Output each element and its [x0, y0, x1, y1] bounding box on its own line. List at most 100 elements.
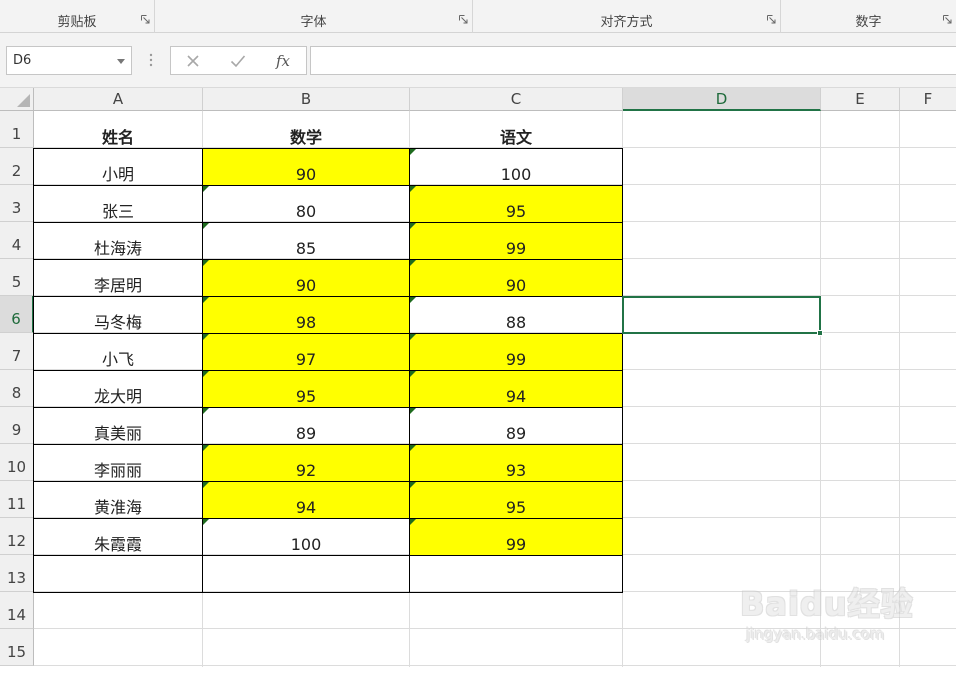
- select-all-icon: [17, 94, 30, 107]
- math-score-cell[interactable]: 92: [203, 444, 409, 481]
- name-cell[interactable]: 李丽丽: [34, 444, 202, 481]
- error-indicator-icon[interactable]: [203, 519, 209, 525]
- math-score-cell[interactable]: 100: [203, 518, 409, 555]
- name-cell[interactable]: 杜海涛: [34, 222, 202, 259]
- grip-icon[interactable]: [149, 52, 153, 68]
- border-line: [33, 333, 623, 334]
- gridline: [34, 665, 956, 666]
- chinese-score-cell[interactable]: 99: [410, 518, 622, 555]
- row-header-6[interactable]: 6: [0, 296, 34, 333]
- column-header-e[interactable]: E: [821, 88, 900, 111]
- chinese-score-cell[interactable]: 95: [410, 481, 622, 518]
- column-header-a[interactable]: A: [34, 88, 203, 111]
- row-header-10[interactable]: 10: [0, 444, 34, 481]
- row-header-11[interactable]: 11: [0, 481, 34, 518]
- active-cell-selection[interactable]: [622, 296, 821, 334]
- error-indicator-icon[interactable]: [410, 445, 416, 451]
- chinese-score-cell[interactable]: 89: [410, 407, 622, 444]
- cancel-button[interactable]: [173, 47, 213, 74]
- error-indicator-icon[interactable]: [410, 186, 416, 192]
- error-indicator-icon[interactable]: [410, 334, 416, 340]
- error-indicator-icon[interactable]: [410, 149, 416, 155]
- error-indicator-icon[interactable]: [410, 371, 416, 377]
- math-score-cell[interactable]: 97: [203, 333, 409, 370]
- math-score-cell[interactable]: 94: [203, 481, 409, 518]
- error-indicator-icon[interactable]: [203, 408, 209, 414]
- row-header-3[interactable]: 3: [0, 185, 34, 222]
- error-indicator-icon[interactable]: [203, 186, 209, 192]
- chinese-score-cell[interactable]: 99: [410, 222, 622, 259]
- check-icon: [230, 54, 246, 67]
- header-cell-chinese[interactable]: 语文: [410, 111, 622, 148]
- fill-handle[interactable]: [817, 330, 823, 336]
- row-header-9[interactable]: 9: [0, 407, 34, 444]
- row-header-7[interactable]: 7: [0, 333, 34, 370]
- error-indicator-icon[interactable]: [203, 371, 209, 377]
- chevron-down-icon[interactable]: [117, 59, 125, 64]
- select-all-button[interactable]: [0, 88, 34, 111]
- math-score-cell[interactable]: 95: [203, 370, 409, 407]
- name-box[interactable]: D6: [6, 46, 132, 75]
- error-indicator-icon[interactable]: [203, 334, 209, 340]
- dialog-launcher-icon[interactable]: [141, 15, 150, 24]
- column-header-c[interactable]: C: [410, 88, 623, 111]
- name-cell[interactable]: 真美丽: [34, 407, 202, 444]
- row-header-1[interactable]: 1: [0, 111, 34, 148]
- dialog-launcher-icon[interactable]: [459, 15, 468, 24]
- chinese-score-cell[interactable]: 94: [410, 370, 622, 407]
- header-cell-name[interactable]: 姓名: [34, 111, 202, 148]
- column-header-d[interactable]: D: [623, 88, 821, 111]
- row-header-13[interactable]: 13: [0, 555, 34, 592]
- name-cell[interactable]: 张三: [34, 185, 202, 222]
- border-line: [33, 518, 623, 519]
- error-indicator-icon[interactable]: [410, 260, 416, 266]
- chinese-score-cell[interactable]: 90: [410, 259, 622, 296]
- formula-input[interactable]: [310, 46, 956, 75]
- row-header-4[interactable]: 4: [0, 222, 34, 259]
- error-indicator-icon[interactable]: [203, 445, 209, 451]
- math-score-cell[interactable]: 89: [203, 407, 409, 444]
- error-indicator-icon[interactable]: [410, 482, 416, 488]
- row-header-2[interactable]: 2: [0, 148, 34, 185]
- name-cell[interactable]: 小飞: [34, 333, 202, 370]
- error-indicator-icon[interactable]: [203, 482, 209, 488]
- name-cell[interactable]: 李居明: [34, 259, 202, 296]
- name-cell[interactable]: 小明: [34, 148, 202, 185]
- chinese-score-cell[interactable]: 88: [410, 296, 622, 333]
- enter-button[interactable]: [218, 47, 258, 74]
- watermark-logo: Baidu经验: [740, 585, 914, 623]
- math-score-cell[interactable]: 90: [203, 148, 409, 185]
- math-score-cell[interactable]: 85: [203, 222, 409, 259]
- row-header-14[interactable]: 14: [0, 592, 34, 629]
- row-header-12[interactable]: 12: [0, 518, 34, 555]
- math-score-cell[interactable]: 80: [203, 185, 409, 222]
- math-score-cell[interactable]: 98: [203, 296, 409, 333]
- error-indicator-icon[interactable]: [203, 297, 209, 303]
- name-cell[interactable]: 朱霞霞: [34, 518, 202, 555]
- error-indicator-icon[interactable]: [410, 408, 416, 414]
- chinese-score-cell[interactable]: 100: [410, 148, 622, 185]
- error-indicator-icon[interactable]: [203, 223, 209, 229]
- name-cell[interactable]: 马冬梅: [34, 296, 202, 333]
- error-indicator-icon[interactable]: [410, 519, 416, 525]
- name-cell[interactable]: 黄淮海: [34, 481, 202, 518]
- chinese-score-cell[interactable]: 95: [410, 185, 622, 222]
- row-header-15[interactable]: 15: [0, 629, 34, 666]
- chinese-score-cell[interactable]: 99: [410, 333, 622, 370]
- row-header-5[interactable]: 5: [0, 259, 34, 296]
- error-indicator-icon[interactable]: [203, 260, 209, 266]
- chinese-score-cell[interactable]: 93: [410, 444, 622, 481]
- header-cell-math[interactable]: 数学: [203, 111, 409, 148]
- insert-function-button[interactable]: fx: [263, 47, 303, 74]
- row-header-8[interactable]: 8: [0, 370, 34, 407]
- dialog-launcher-icon[interactable]: [767, 15, 776, 24]
- ribbon-group-label: 对齐方式: [600, 15, 653, 30]
- name-cell[interactable]: 龙大明: [34, 370, 202, 407]
- column-header-f[interactable]: F: [900, 88, 956, 111]
- error-indicator-icon[interactable]: [410, 223, 416, 229]
- math-score-cell[interactable]: 90: [203, 259, 409, 296]
- ribbon-group-label: 剪贴板: [57, 15, 97, 30]
- column-header-b[interactable]: B: [203, 88, 410, 111]
- error-indicator-icon[interactable]: [410, 297, 416, 303]
- dialog-launcher-icon[interactable]: [943, 15, 952, 24]
